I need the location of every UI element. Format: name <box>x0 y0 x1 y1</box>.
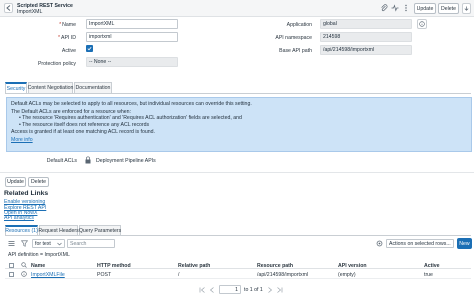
back-button[interactable] <box>4 3 13 13</box>
security-info-box: Default ACLs may be selected to apply to… <box>6 97 472 152</box>
info-line-1: Default ACLs may be selected to apply to… <box>11 101 252 107</box>
arrow-down-icon <box>464 6 469 11</box>
row-name-link[interactable]: ImportXMLFile <box>31 272 65 278</box>
column-header-relative-path[interactable]: Relative path <box>178 263 210 269</box>
actions-select[interactable]: Actions on selected rows... <box>386 239 454 248</box>
previous-page-icon[interactable] <box>209 287 216 293</box>
tab-resources[interactable]: Resources (1) <box>5 225 38 235</box>
tab-documentation[interactable]: Documentation <box>74 82 112 93</box>
header-record-name: ImportXML <box>17 9 43 15</box>
info-icon <box>419 21 425 27</box>
checkmark-icon <box>87 46 92 51</box>
column-header-api-version[interactable]: API version <box>338 263 367 269</box>
breadcrumb[interactable]: API definition = ImportXML <box>8 252 70 258</box>
tab-content-negotiation[interactable]: Content Negotiation <box>28 82 73 93</box>
base-api-path-field: /api/214598/importxml <box>320 45 412 55</box>
list-search-placeholder: Search <box>70 240 87 247</box>
select-all-checkbox[interactable] <box>9 263 14 268</box>
table-row <box>5 270 471 279</box>
protection-policy-label: Protection policy <box>37 61 76 67</box>
default-acls-value: Deployment Pipeline APIs <box>96 158 156 164</box>
row-active: true <box>424 272 433 278</box>
page-number-input[interactable]: 1 <box>219 285 241 294</box>
tab-divider <box>5 93 471 94</box>
api-id-field[interactable]: importxml <box>86 32 178 42</box>
tab-security[interactable]: Security <box>5 82 27 93</box>
column-header-http-method[interactable]: HTTP method <box>97 263 131 269</box>
bottom-update-button[interactable]: Update <box>5 177 26 187</box>
more-options-icon[interactable] <box>402 4 410 12</box>
search-columns-icon[interactable] <box>21 262 27 268</box>
activity-icon[interactable] <box>391 4 399 12</box>
list-search-input[interactable]: Search <box>67 239 115 248</box>
more-info-link[interactable]: More info <box>11 137 467 144</box>
actions-select-value: Actions on selected rows... <box>389 240 451 247</box>
hamburger-menu-icon[interactable] <box>8 240 15 247</box>
related-links-title: Related Links <box>4 190 49 197</box>
row-checkbox[interactable] <box>9 272 14 277</box>
info-line-3: Access is granted if at least one matchi… <box>11 129 155 136</box>
active-checkbox[interactable] <box>86 45 93 52</box>
column-header-resource-path[interactable]: Resource path <box>257 263 293 269</box>
page-count-text: to 1 of 1 <box>244 287 263 293</box>
new-button[interactable]: New <box>457 238 472 249</box>
row-info-icon[interactable] <box>21 271 27 277</box>
section-divider <box>0 172 474 173</box>
api-id-label: *API ID <box>57 35 76 41</box>
default-acls-label: Default ACLs <box>46 158 77 164</box>
application-label: Application <box>286 22 312 28</box>
settings-gear-icon[interactable] <box>376 240 383 247</box>
search-field-select[interactable]: for text <box>32 239 65 248</box>
active-label: Active <box>61 48 76 54</box>
filter-icon[interactable] <box>20 240 29 247</box>
row-relative-path: / <box>178 272 180 278</box>
row-http-method: POST <box>97 272 112 278</box>
row-resource-path: /api/214598/importxml <box>257 272 309 278</box>
last-page-icon[interactable] <box>276 287 283 293</box>
related-tab-divider <box>5 235 471 236</box>
header-delete-button[interactable]: Delete <box>438 3 459 14</box>
name-label: *Name <box>59 22 76 28</box>
protection-policy-select[interactable]: -- None -- <box>86 57 178 67</box>
search-field-select-value: for text <box>35 240 51 247</box>
header-down-arrow-button[interactable] <box>462 3 471 14</box>
table-header-row <box>5 260 471 269</box>
api-namespace-label: API namespace <box>275 35 312 41</box>
chevron-left-icon <box>6 5 11 11</box>
application-field: global <box>320 19 412 29</box>
info-bullet-2: The resource itself does not reference a… <box>19 122 467 129</box>
row-api-version: (empty) <box>338 272 356 278</box>
first-page-icon[interactable] <box>199 287 206 293</box>
api-namespace-field: 214598 <box>320 32 412 42</box>
info-line-2: The Default ACLs are enforced for a reso… <box>11 108 131 115</box>
attachment-icon[interactable] <box>380 4 388 12</box>
info-bullet-1: The resource 'Requires authentication' a… <box>19 115 467 122</box>
api-analytics-link[interactable]: API analytics <box>4 215 34 221</box>
bottom-delete-button[interactable]: Delete <box>28 177 49 187</box>
name-field[interactable]: ImportXML <box>86 19 178 29</box>
application-lookup-button[interactable] <box>417 19 427 29</box>
header-update-button[interactable]: Update <box>414 3 436 14</box>
next-page-icon[interactable] <box>266 287 273 293</box>
column-header-active[interactable]: Active <box>424 263 440 269</box>
default-acls-lock-icon[interactable] <box>84 156 92 164</box>
tab-request-headers[interactable]: Request Headers <box>38 225 79 235</box>
chevron-down-icon <box>57 242 62 245</box>
tab-query-parameters[interactable]: Query Parameters <box>79 225 121 235</box>
column-header-name[interactable]: Name <box>31 263 45 269</box>
base-api-path-label: Base API path <box>279 48 312 54</box>
info-bullets: The resource 'Requires authentication' a… <box>11 115 467 128</box>
